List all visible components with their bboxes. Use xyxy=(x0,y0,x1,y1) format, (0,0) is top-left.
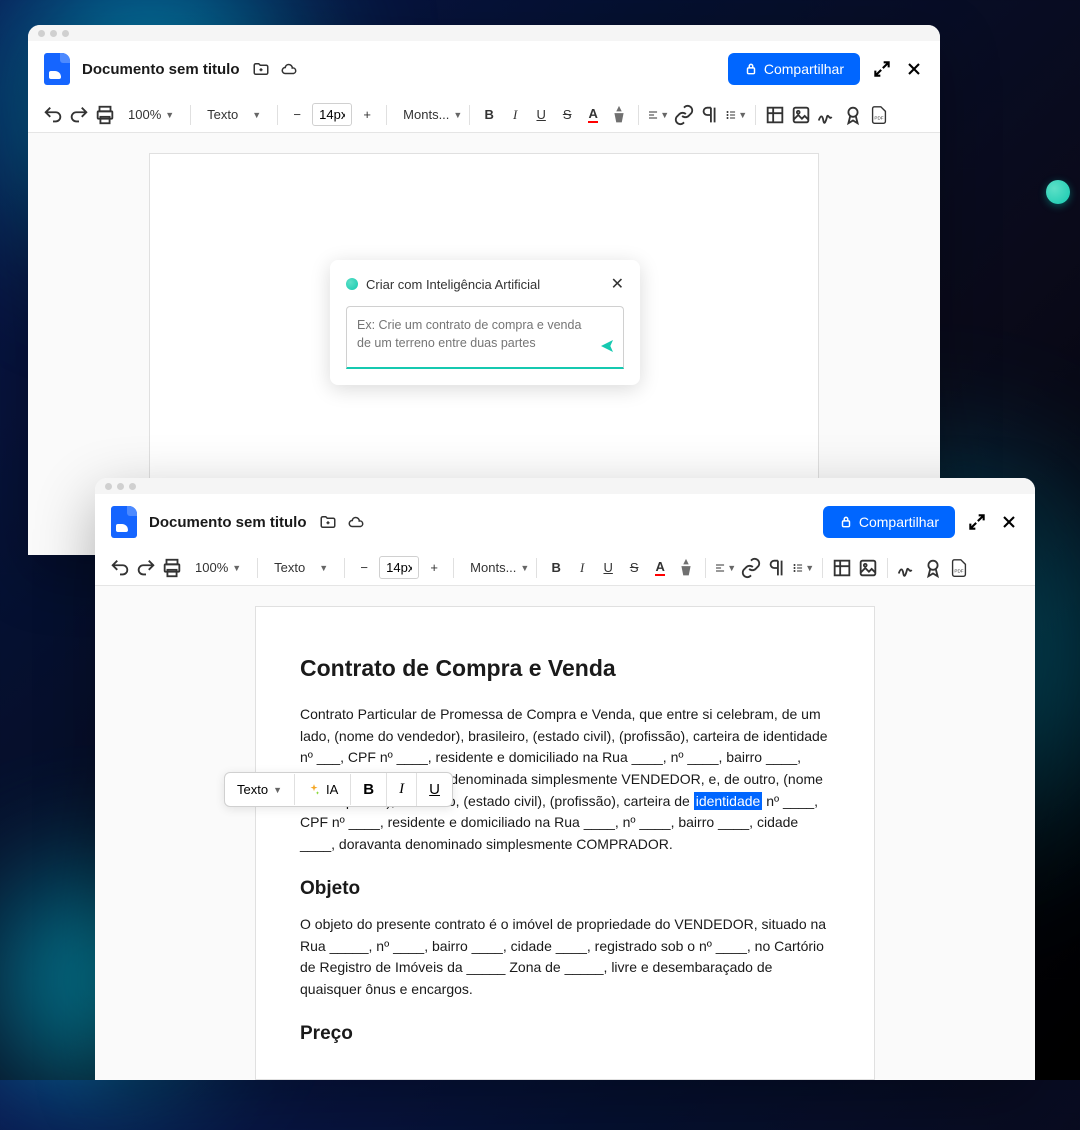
print-icon[interactable] xyxy=(94,104,116,126)
font-decrease-button[interactable]: − xyxy=(286,104,308,126)
italic-button[interactable]: I xyxy=(387,773,417,806)
document-title[interactable]: Documento sem titulo xyxy=(82,61,240,78)
link-button[interactable] xyxy=(740,557,762,579)
folder-icon[interactable] xyxy=(252,60,270,78)
italic-button[interactable]: I xyxy=(571,557,593,579)
bold-button[interactable]: B xyxy=(351,773,387,806)
ai-dialog: Criar com Inteligência Artificial ✕ xyxy=(330,260,640,385)
header: Documento sem titulo Compartilhar xyxy=(28,41,940,97)
ai-button[interactable]: IA xyxy=(295,774,351,805)
underline-button[interactable]: U xyxy=(530,104,552,126)
svg-text:PDF: PDF xyxy=(875,115,884,120)
doc-paragraph: O objeto do presente contrato é o imóvel… xyxy=(300,914,830,1001)
list-button[interactable]: ▼ xyxy=(725,104,747,126)
svg-text:PDF: PDF xyxy=(955,568,964,573)
paragraph-button[interactable] xyxy=(766,557,788,579)
titlebar xyxy=(95,478,1035,494)
doc-heading-2: Preço xyxy=(300,1023,830,1045)
close-icon[interactable] xyxy=(999,512,1019,532)
font-increase-button[interactable]: + xyxy=(423,557,445,579)
image-button[interactable] xyxy=(857,557,879,579)
align-button[interactable]: ▼ xyxy=(714,557,736,579)
share-button[interactable]: Compartilhar xyxy=(728,53,860,85)
redo-icon[interactable] xyxy=(135,557,157,579)
document-icon xyxy=(44,53,70,85)
close-icon[interactable] xyxy=(904,59,924,79)
cloud-icon[interactable] xyxy=(347,513,365,531)
underline-button[interactable]: U xyxy=(417,773,452,806)
folder-icon[interactable] xyxy=(319,513,337,531)
font-family-select[interactable]: Monts...▼ xyxy=(395,103,461,126)
doc-heading-2: Objeto xyxy=(300,878,830,900)
bold-button[interactable]: B xyxy=(545,557,567,579)
font-family-select[interactable]: Monts...▼ xyxy=(462,556,528,579)
strikethrough-button[interactable]: S xyxy=(556,104,578,126)
ai-bubble-icon[interactable] xyxy=(1046,180,1070,204)
highlight-button[interactable] xyxy=(675,557,697,579)
cloud-icon[interactable] xyxy=(280,60,298,78)
link-button[interactable] xyxy=(673,104,695,126)
pdf-icon[interactable]: PDF xyxy=(868,104,890,126)
selected-text[interactable]: identidade xyxy=(694,792,763,810)
strikethrough-button[interactable]: S xyxy=(623,557,645,579)
undo-icon[interactable] xyxy=(42,104,64,126)
ai-prompt-input[interactable] xyxy=(357,317,591,352)
ai-dot-icon xyxy=(346,278,358,290)
align-button[interactable]: ▼ xyxy=(647,104,669,126)
text-color-button[interactable]: A xyxy=(649,557,671,579)
signature-icon[interactable] xyxy=(896,557,918,579)
document-page[interactable]: Contrato de Compra e Venda Contrato Part… xyxy=(255,606,875,1080)
zoom-select[interactable]: 100%▼ xyxy=(120,103,182,126)
style-select[interactable]: Texto▼ xyxy=(225,774,295,805)
font-size-input[interactable] xyxy=(379,556,419,579)
undo-icon[interactable] xyxy=(109,557,131,579)
italic-button[interactable]: I xyxy=(504,104,526,126)
doc-heading-1: Contrato de Compra e Venda xyxy=(300,655,830,682)
document-title[interactable]: Documento sem titulo xyxy=(149,514,307,531)
badge-icon[interactable] xyxy=(842,104,864,126)
expand-icon[interactable] xyxy=(872,59,892,79)
redo-icon[interactable] xyxy=(68,104,90,126)
text-color-button[interactable]: A xyxy=(582,104,604,126)
ai-dialog-title: Criar com Inteligência Artificial xyxy=(366,277,603,292)
print-icon[interactable] xyxy=(161,557,183,579)
toolbar: 100%▼ Texto▼ − + Monts...▼ B I U S A ▼ ▼… xyxy=(95,550,1035,586)
font-decrease-button[interactable]: − xyxy=(353,557,375,579)
header: Documento sem titulo Compartilhar xyxy=(95,494,1035,550)
expand-icon[interactable] xyxy=(967,512,987,532)
paragraph-button[interactable] xyxy=(699,104,721,126)
titlebar xyxy=(28,25,940,41)
table-button[interactable] xyxy=(764,104,786,126)
image-button[interactable] xyxy=(790,104,812,126)
zoom-select[interactable]: 100%▼ xyxy=(187,556,249,579)
document-icon xyxy=(111,506,137,538)
table-button[interactable] xyxy=(831,557,853,579)
canvas: Contrato de Compra e Venda Contrato Part… xyxy=(95,586,1035,1080)
selection-toolbar: Texto▼ IA B I U xyxy=(224,772,453,807)
bold-button[interactable]: B xyxy=(478,104,500,126)
list-button[interactable]: ▼ xyxy=(792,557,814,579)
signature-icon[interactable] xyxy=(816,104,838,126)
badge-icon[interactable] xyxy=(922,557,944,579)
style-select[interactable]: Texto▼ xyxy=(199,103,269,126)
send-icon[interactable] xyxy=(599,338,615,359)
font-increase-button[interactable]: + xyxy=(356,104,378,126)
highlight-button[interactable] xyxy=(608,104,630,126)
font-size-input[interactable] xyxy=(312,103,352,126)
style-select[interactable]: Texto▼ xyxy=(266,556,336,579)
share-label: Compartilhar xyxy=(859,514,939,530)
underline-button[interactable]: U xyxy=(597,557,619,579)
toolbar: 100%▼ Texto▼ − + Monts...▼ B I U S A ▼ ▼… xyxy=(28,97,940,133)
close-icon[interactable]: ✕ xyxy=(611,274,624,294)
pdf-icon[interactable]: PDF xyxy=(948,557,970,579)
share-label: Compartilhar xyxy=(764,61,844,77)
share-button[interactable]: Compartilhar xyxy=(823,506,955,538)
